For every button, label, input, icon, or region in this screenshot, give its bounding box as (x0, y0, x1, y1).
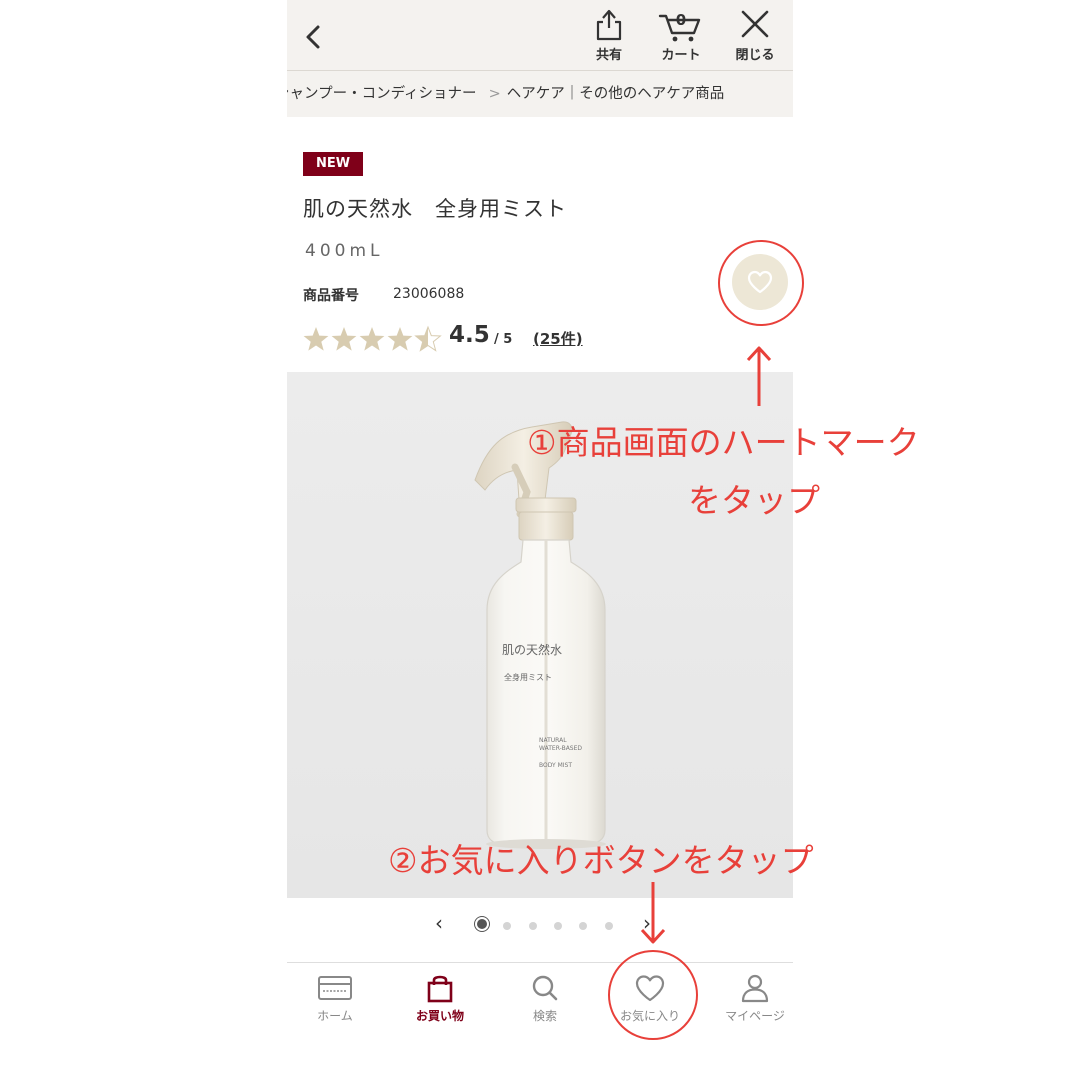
card-icon (318, 976, 352, 1000)
cart-count: 0 (675, 11, 687, 29)
share-button[interactable]: 共有 (579, 8, 639, 66)
bottle-label-type: 全身用ミスト (504, 672, 552, 682)
bottom-tab-bar: ホーム お買い物 検索 お気に入り マイページ (287, 962, 793, 1033)
share-icon (596, 9, 622, 41)
pager-dot[interactable] (579, 922, 587, 930)
cart-label: カート (661, 48, 701, 63)
cart-button[interactable]: 0 カート (651, 8, 711, 66)
pager-dot[interactable] (605, 922, 613, 930)
up-arrow-icon (746, 346, 772, 406)
pager-dot[interactable] (503, 922, 511, 930)
product-volume: 400mL (305, 241, 384, 261)
share-label: 共有 (595, 48, 622, 63)
annotation-circle-heart (718, 240, 804, 326)
rating-stars (303, 326, 441, 352)
tab-mypage[interactable]: マイページ (705, 973, 793, 1024)
close-button[interactable]: 閉じる (725, 8, 785, 66)
phone-screen: 共有 0 カート 閉じる シャンプー・コンディショナー > ヘアケア｜その他のヘ… (287, 0, 793, 1080)
tab-label: ホーム (317, 1009, 353, 1023)
review-count-link[interactable]: (25件) (533, 328, 583, 349)
close-label: 閉じる (735, 48, 775, 63)
annotation-step1-line1: ①商品画面のハートマーク (527, 423, 920, 462)
rating-max: / 5 (494, 332, 513, 347)
rating-value: 4.5 (449, 322, 490, 348)
half-star-icon (415, 326, 441, 352)
close-icon (741, 10, 769, 38)
bottle-label-name: 肌の天然水 (502, 642, 562, 657)
star-icon (303, 327, 329, 351)
down-arrow-icon (640, 882, 666, 944)
product-code: 23006088 (393, 286, 465, 302)
tab-label: マイページ (725, 1009, 785, 1023)
annotation-step2: ②お気に入りボタンをタップ (388, 841, 814, 880)
bottle-label-en-1: NATURAL (539, 737, 567, 744)
annotation-step1-line2: をタップ (688, 481, 820, 520)
tab-label: 検索 (532, 1009, 557, 1023)
breadcrumb-item[interactable]: ヘアケア｜その他のヘアケア商品 (507, 71, 725, 117)
new-badge: NEW (303, 152, 363, 176)
annotation-circle-favorites-tab (608, 950, 698, 1040)
tab-search[interactable]: 検索 (495, 973, 595, 1024)
bottle-label-en-3: BODY MIST (539, 762, 572, 769)
tab-home[interactable]: ホーム (287, 973, 385, 1024)
pager-prev-button[interactable]: ‹ (435, 911, 443, 935)
product-code-label: 商品番号 (303, 288, 359, 304)
bag-icon (427, 975, 453, 1003)
app-header: 共有 0 カート 閉じる (287, 0, 793, 71)
image-pager: ‹ › (287, 905, 793, 945)
search-icon (532, 975, 558, 1001)
star-icon (387, 327, 413, 351)
chevron-left-icon (306, 25, 320, 49)
star-icon (331, 327, 357, 351)
pager-dot[interactable] (477, 919, 487, 929)
star-icon (359, 327, 385, 351)
back-button[interactable] (299, 20, 329, 54)
pager-dot[interactable] (554, 922, 562, 930)
breadcrumb: シャンプー・コンディショナー > ヘアケア｜その他のヘアケア商品 (287, 71, 793, 117)
breadcrumb-item[interactable]: シャンプー・コンディショナー (287, 71, 477, 117)
user-icon (741, 974, 769, 1003)
tab-shopping[interactable]: お買い物 (390, 973, 490, 1024)
tab-label: お買い物 (415, 1009, 464, 1023)
bottle-label-en-2: WATER-BASED (539, 745, 582, 752)
chevron-right-icon: > (488, 86, 501, 102)
pager-dot[interactable] (529, 922, 537, 930)
product-name: 肌の天然水 全身用ミスト (303, 197, 567, 221)
